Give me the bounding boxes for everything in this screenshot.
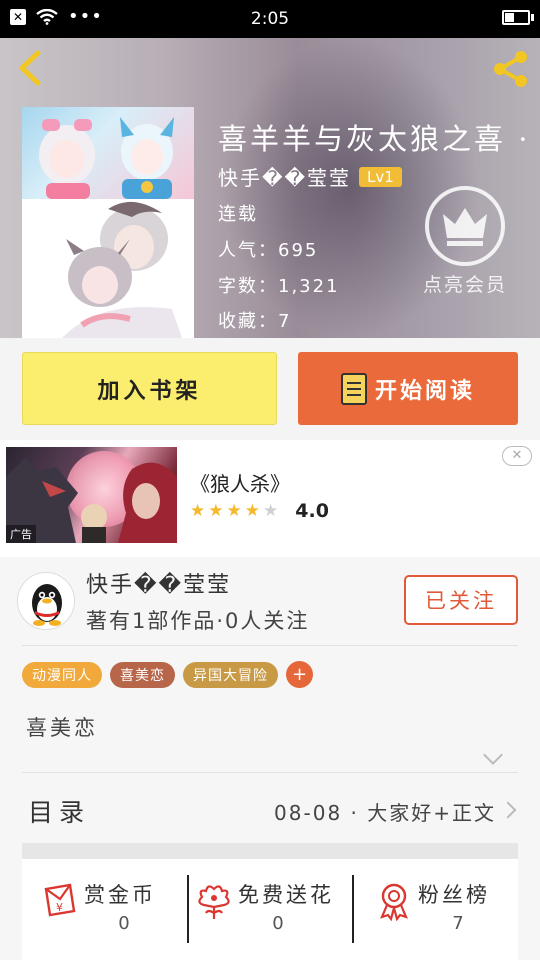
star-icon: ★ [244, 501, 260, 521]
ad-image[interactable]: 广告 [6, 447, 177, 543]
stat-value: 0 [118, 913, 130, 934]
stat-value: 7 [452, 913, 464, 934]
toc-latest-chapter: 08-08 · 大家好+正文 [274, 801, 496, 825]
battery-icon [502, 10, 530, 25]
tag-item[interactable]: 喜美恋 [110, 661, 175, 688]
battery-tip [531, 14, 534, 21]
stat-label: 赏金币 [84, 883, 156, 907]
cover-art-top [22, 107, 194, 199]
ad-tag: 广告 [6, 525, 36, 543]
svg-text:¥: ¥ [56, 901, 63, 914]
chevron-right-icon [499, 801, 517, 819]
book-icon [340, 372, 367, 405]
follow-button[interactable]: 已关注 [404, 575, 518, 625]
toc-label: 目录 [28, 798, 91, 827]
tag-item[interactable]: 异国大冒险 [183, 661, 278, 688]
share-icon [494, 51, 527, 87]
book-collections: 收藏：7 [218, 311, 292, 332]
cover-art-bottom [22, 199, 194, 338]
back-button[interactable] [12, 48, 48, 88]
ad-rating-value: 4.0 [295, 500, 329, 522]
flower-icon [198, 885, 230, 919]
book-cover[interactable] [22, 107, 194, 338]
status-time: 2:05 [250, 9, 290, 29]
book-summary: 喜美恋 [26, 716, 98, 740]
vip-label: 点亮会员 [422, 274, 507, 296]
book-popularity: 人气：695 [218, 240, 319, 261]
stat-free-flowers[interactable]: 免费送花 0 [194, 873, 354, 943]
start-reading-button[interactable]: 开始阅读 [298, 352, 518, 425]
stat-fan-ranking[interactable]: 粉丝榜 7 [374, 873, 518, 943]
qq-penguin-icon [32, 584, 62, 626]
star-icon: ★ [226, 501, 242, 521]
ad-banner[interactable]: 广告 《狼人杀》 ★ ★ ★ ★ ★ 4.0 ✕ [0, 440, 540, 557]
stats-bar: ¥ 赏金币 0 免费送花 0 粉丝榜 7 [22, 859, 518, 960]
stat-label: 免费送花 [238, 883, 334, 907]
stat-value: 0 [272, 913, 284, 934]
add-to-shelf-label: 加入书架 [97, 378, 202, 404]
medal-icon [380, 883, 408, 921]
ad-title[interactable]: 《狼人杀》 [190, 468, 290, 497]
section-gap [22, 843, 518, 859]
book-word-count: 字数：1,321 [218, 276, 340, 297]
author-row: 快手��莹莹 Lv1 [218, 162, 402, 191]
divider [22, 645, 518, 646]
tag-list: 动漫同人 喜美恋 异国大冒险 + [22, 661, 313, 688]
book-status: 连载 [218, 204, 258, 225]
cover-couple-art [62, 201, 182, 338]
stat-separator [352, 875, 354, 943]
share-button[interactable] [490, 48, 532, 90]
add-tag-button[interactable]: + [286, 661, 313, 688]
back-chevron-icon [19, 50, 41, 86]
stat-separator [187, 875, 189, 943]
red-envelope-icon: ¥ [44, 883, 76, 917]
vip-button[interactable]: 点亮会员 [420, 186, 510, 297]
author-section: 快手��莹莹 著有1部作品·0人关注 已关注 动漫同人 喜美恋 异国大冒险 + … [0, 557, 540, 960]
star-icon: ★ [190, 501, 206, 521]
author-section-name[interactable]: 快手��莹莹 [86, 567, 231, 599]
crown-icon [425, 186, 505, 266]
close-icon[interactable]: ✕ [502, 446, 532, 466]
add-to-shelf-button[interactable]: 加入书架 [22, 352, 277, 425]
author-name[interactable]: 快手��莹莹 [218, 162, 351, 191]
star-empty-icon: ★ [263, 501, 279, 521]
cover-characters-art [39, 117, 174, 199]
book-header: 喜羊羊与灰太狼之喜 · 快手��莹莹 Lv1 连载 人气：695 字数：1,32… [0, 38, 540, 338]
start-reading-label: 开始阅读 [374, 378, 475, 404]
expand-chevron-icon[interactable] [483, 745, 503, 765]
stat-label: 粉丝榜 [418, 883, 490, 907]
tag-item[interactable]: 动漫同人 [22, 661, 102, 688]
author-section-description: 著有1部作品·0人关注 [86, 609, 310, 633]
star-icon: ★ [208, 501, 224, 521]
book-title: 喜羊羊与灰太狼之喜 · [218, 122, 531, 156]
ad-rating-row: ★ ★ ★ ★ ★ 4.0 [190, 500, 329, 522]
level-badge: Lv1 [359, 166, 402, 187]
author-avatar[interactable] [17, 572, 75, 630]
action-bar: 加入书架 开始阅读 [0, 338, 540, 440]
table-of-contents-row[interactable]: 目录 08-08 · 大家好+正文 [22, 773, 518, 843]
status-bar: ✕ ••• 2:05 [0, 0, 540, 38]
stat-reward-coins[interactable]: ¥ 赏金币 0 [40, 873, 190, 943]
